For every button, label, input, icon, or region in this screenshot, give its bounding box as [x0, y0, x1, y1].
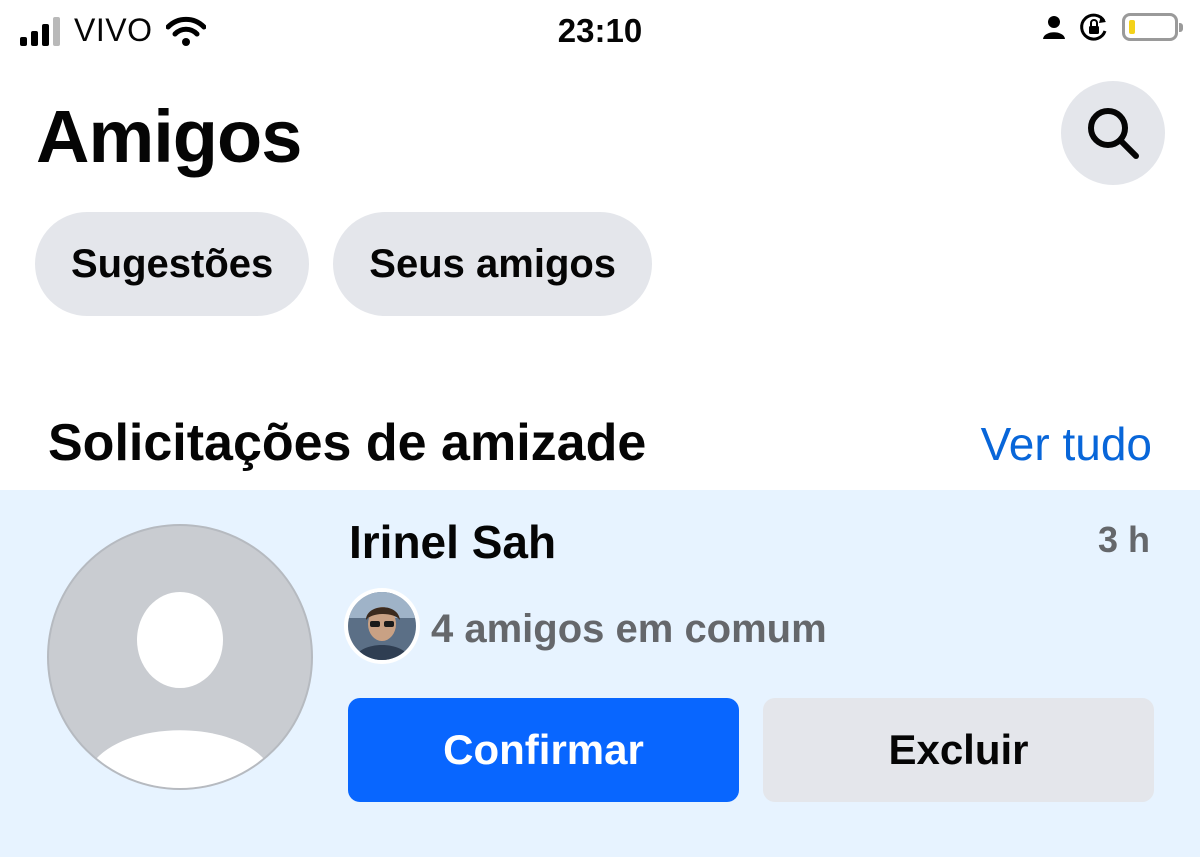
see-all-link[interactable]: Ver tudo [981, 414, 1152, 474]
filter-chips: Sugestões Seus amigos [35, 212, 653, 316]
section-title: Solicitações de amizade [48, 414, 647, 472]
chip-your-friends[interactable]: Seus amigos [333, 212, 653, 316]
avatar[interactable] [47, 524, 313, 790]
mutual-friend-photo [348, 592, 416, 660]
status-time: 23:10 [557, 12, 643, 49]
rotation-lock-icon [1080, 13, 1107, 41]
page-title: Amigos [36, 95, 302, 178]
default-profile-icon [83, 592, 277, 788]
request-time: 3 h [1097, 519, 1150, 560]
battery-icon [1122, 13, 1183, 41]
delete-button[interactable]: Excluir [763, 698, 1154, 802]
person-icon [1043, 16, 1065, 39]
confirm-button[interactable]: Confirmar [348, 698, 739, 802]
chip-suggestions[interactable]: Sugestões [35, 212, 310, 316]
requester-name[interactable]: Irinel Sah [349, 512, 556, 572]
mutual-friend-avatar [344, 588, 420, 664]
status-right [1042, 12, 1183, 42]
mutual-friends-count[interactable]: 4 amigos em comum [431, 604, 827, 654]
search-icon [1088, 108, 1139, 159]
search-button[interactable] [1061, 81, 1165, 185]
status-bar: VIVO 23:10 [0, 0, 1200, 66]
